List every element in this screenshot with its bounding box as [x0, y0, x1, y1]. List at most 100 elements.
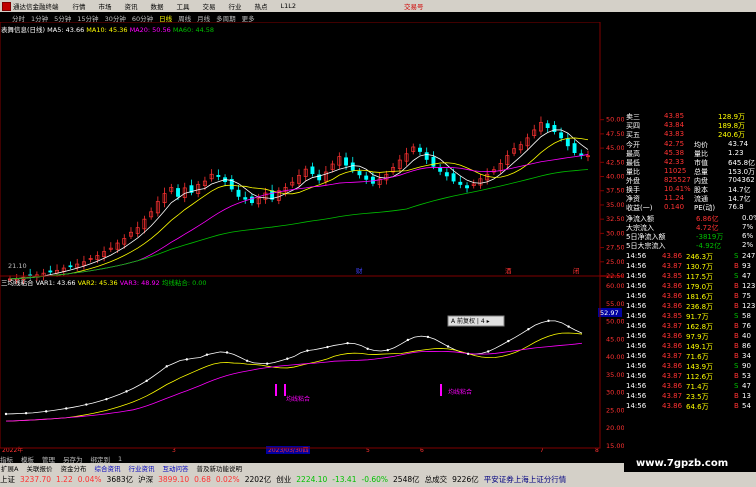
order-book-level-cell: 买五 — [626, 131, 640, 139]
stock-name: 表舞信息(日线) — [1, 26, 46, 34]
period-monthly[interactable]: 月线 — [197, 13, 210, 23]
cy-index-label[interactable]: 创业 — [276, 474, 291, 485]
menu-item-quotes[interactable]: 行情 — [73, 1, 86, 11]
fund-flow-row-cell: -4.92亿 — [696, 242, 722, 250]
hs-index-amount: 2202亿 — [244, 475, 272, 484]
quote-stat-row-cell: 11.24 — [664, 194, 685, 202]
quote-stat-row-cell: 10.41% — [664, 185, 691, 193]
indicator-tick-label: 55.00 — [606, 300, 624, 308]
hs-index-change: 0.68 — [194, 475, 211, 484]
quote-stat-row-cell: 825527 — [664, 176, 691, 184]
menu-item-hot[interactable]: 热点 — [255, 1, 268, 11]
quote-stat-row-cell: PE(动) — [694, 204, 716, 212]
tab-news[interactable]: 综合资讯 — [93, 463, 121, 473]
quote-stat-row: 今开 42.75 均价 43.74 — [624, 140, 756, 149]
indicator-name[interactable]: 三均线粘合 — [1, 279, 34, 287]
indicator-dot — [125, 390, 128, 393]
period-multi[interactable]: 多周期 — [216, 13, 236, 23]
tick-row-cell: 14:56 — [626, 282, 647, 290]
menu-item-news[interactable]: 资讯 — [125, 1, 138, 11]
indicator-tick-label: 50.00 — [606, 318, 624, 326]
tab-fund-dist[interactable]: 资金分布 — [59, 463, 87, 473]
tab-industry-news[interactable]: 行业资讯 — [127, 463, 155, 473]
tab-related-quote[interactable]: 关联报价 — [25, 463, 53, 473]
period-more[interactable]: 更多 — [242, 13, 255, 23]
indicator-dot — [225, 351, 229, 354]
toolbar-one[interactable]: 1 — [118, 455, 122, 463]
indicator-dot — [426, 335, 430, 339]
sh-index-label[interactable]: 上证 — [0, 474, 15, 485]
tick-row-cell: 43.86 — [662, 402, 683, 410]
tick-row-cell: 14:56 — [626, 382, 647, 390]
fund-flow-row-cell: 5日大宗流入 — [626, 242, 666, 250]
tick-row-cell: 71.4万 — [686, 383, 709, 391]
tick-row-cell: 91.7万 — [686, 313, 709, 321]
indicator-dot — [466, 352, 470, 356]
menu-item-trade[interactable]: 交易 — [203, 1, 216, 11]
tick-row-cell: 14:56 — [626, 272, 647, 280]
tab-qa[interactable]: 互动问答 — [161, 463, 189, 473]
tick-row-cell: 54 — [742, 402, 751, 410]
ma10-value: MA10: 45.36 — [86, 26, 128, 34]
period-30min[interactable]: 30分钟 — [105, 13, 126, 23]
tick-row-cell: S — [734, 312, 739, 320]
quote-stat-row: 外盘 825527 内盘 704362 — [624, 176, 756, 185]
menu-item-tools[interactable]: 工具 — [177, 1, 190, 11]
cy-index-value: 2224.10 — [296, 475, 328, 484]
menu-item-industry[interactable]: 行业 — [229, 1, 242, 11]
tick-row-cell: 53 — [742, 372, 751, 380]
period-60min[interactable]: 60分钟 — [132, 13, 153, 23]
tick-row-cell: 14:56 — [626, 312, 647, 320]
candle-body — [48, 270, 53, 273]
tick-row-cell: 97.9万 — [686, 333, 709, 341]
tab-ext-a[interactable]: 扩展A — [0, 463, 19, 473]
menu-item-data[interactable]: 数据 — [151, 1, 164, 11]
tick-row-cell: 13 — [742, 392, 751, 400]
candle-body — [438, 167, 443, 172]
app-logo-icon — [2, 1, 11, 11]
tick-row-cell: 112.6万 — [686, 373, 714, 381]
trade-account-label[interactable]: 交易号 — [404, 1, 424, 11]
tick-row-cell: B — [734, 262, 739, 270]
period-1min[interactable]: 1分钟 — [31, 13, 48, 23]
indicator-tick-label: 15.00 — [606, 442, 624, 450]
quote-stat-row-cell: 76.8 — [728, 203, 744, 211]
tick-row-cell: 130.7万 — [686, 263, 714, 271]
tab-new-features[interactable]: 普及新功能说明 — [195, 463, 243, 473]
tick-row-cell: S — [734, 272, 739, 280]
period-5min[interactable]: 5分钟 — [54, 13, 71, 23]
period-intraday[interactable]: 分时 — [12, 13, 25, 23]
adhesion-bar — [275, 384, 277, 396]
candle-body — [344, 157, 348, 166]
hs-index-value: 3899.10 — [158, 475, 190, 484]
tick-row-cell: 43.87 — [662, 372, 683, 380]
tick-row: 14:56 43.85 91.7万 S 58 — [624, 312, 756, 321]
price-tick-label: 50.00 — [606, 116, 624, 124]
tick-row-cell: 179.0万 — [686, 283, 714, 291]
hs-index-label[interactable]: 沪深 — [138, 474, 153, 485]
indicator-var2-line — [5, 332, 583, 422]
tick-row: 14:56 43.86 246.3万 S 247 — [624, 252, 756, 261]
ma20-value: MA20: 50.56 — [129, 26, 171, 34]
quote-stat-row: 最低 42.33 市值 645.8亿 — [624, 158, 756, 167]
period-15min[interactable]: 15分钟 — [77, 13, 98, 23]
fund-flow-row-cell: 7% — [742, 223, 754, 231]
tick-row-cell: 236.8万 — [686, 303, 714, 311]
tick-row: 14:56 43.87 112.6万 B 53 — [624, 372, 756, 381]
menu-item-market[interactable]: 市场 — [99, 1, 112, 11]
app-title: 通达信金融终端 — [13, 3, 59, 11]
menu-item-l1l2[interactable]: L1L2 — [281, 2, 297, 10]
var3-value: VAR3: 48.92 — [119, 279, 160, 287]
ma5-line — [9, 129, 589, 280]
candle-body — [418, 147, 422, 152]
period-daily[interactable]: 日线 — [159, 13, 172, 23]
kline-chart[interactable]: 50.00 47.50 45.00 42.50 40.00 37.50 35.00 32.50… — [0, 22, 624, 454]
period-weekly[interactable]: 周线 — [178, 13, 191, 23]
indicator-dot — [406, 338, 410, 342]
indicator-dot — [286, 357, 289, 360]
price-tick-label: 25.00 — [606, 258, 624, 266]
tick-row-cell: 43.87 — [662, 262, 683, 270]
tick-row-cell: 14:56 — [626, 352, 647, 360]
price-tick-label: 37.50 — [606, 187, 624, 195]
status-bar: 上证 3237.70 1.22 0.04% 3683亿 沪深 3899.10 0… — [0, 472, 756, 487]
